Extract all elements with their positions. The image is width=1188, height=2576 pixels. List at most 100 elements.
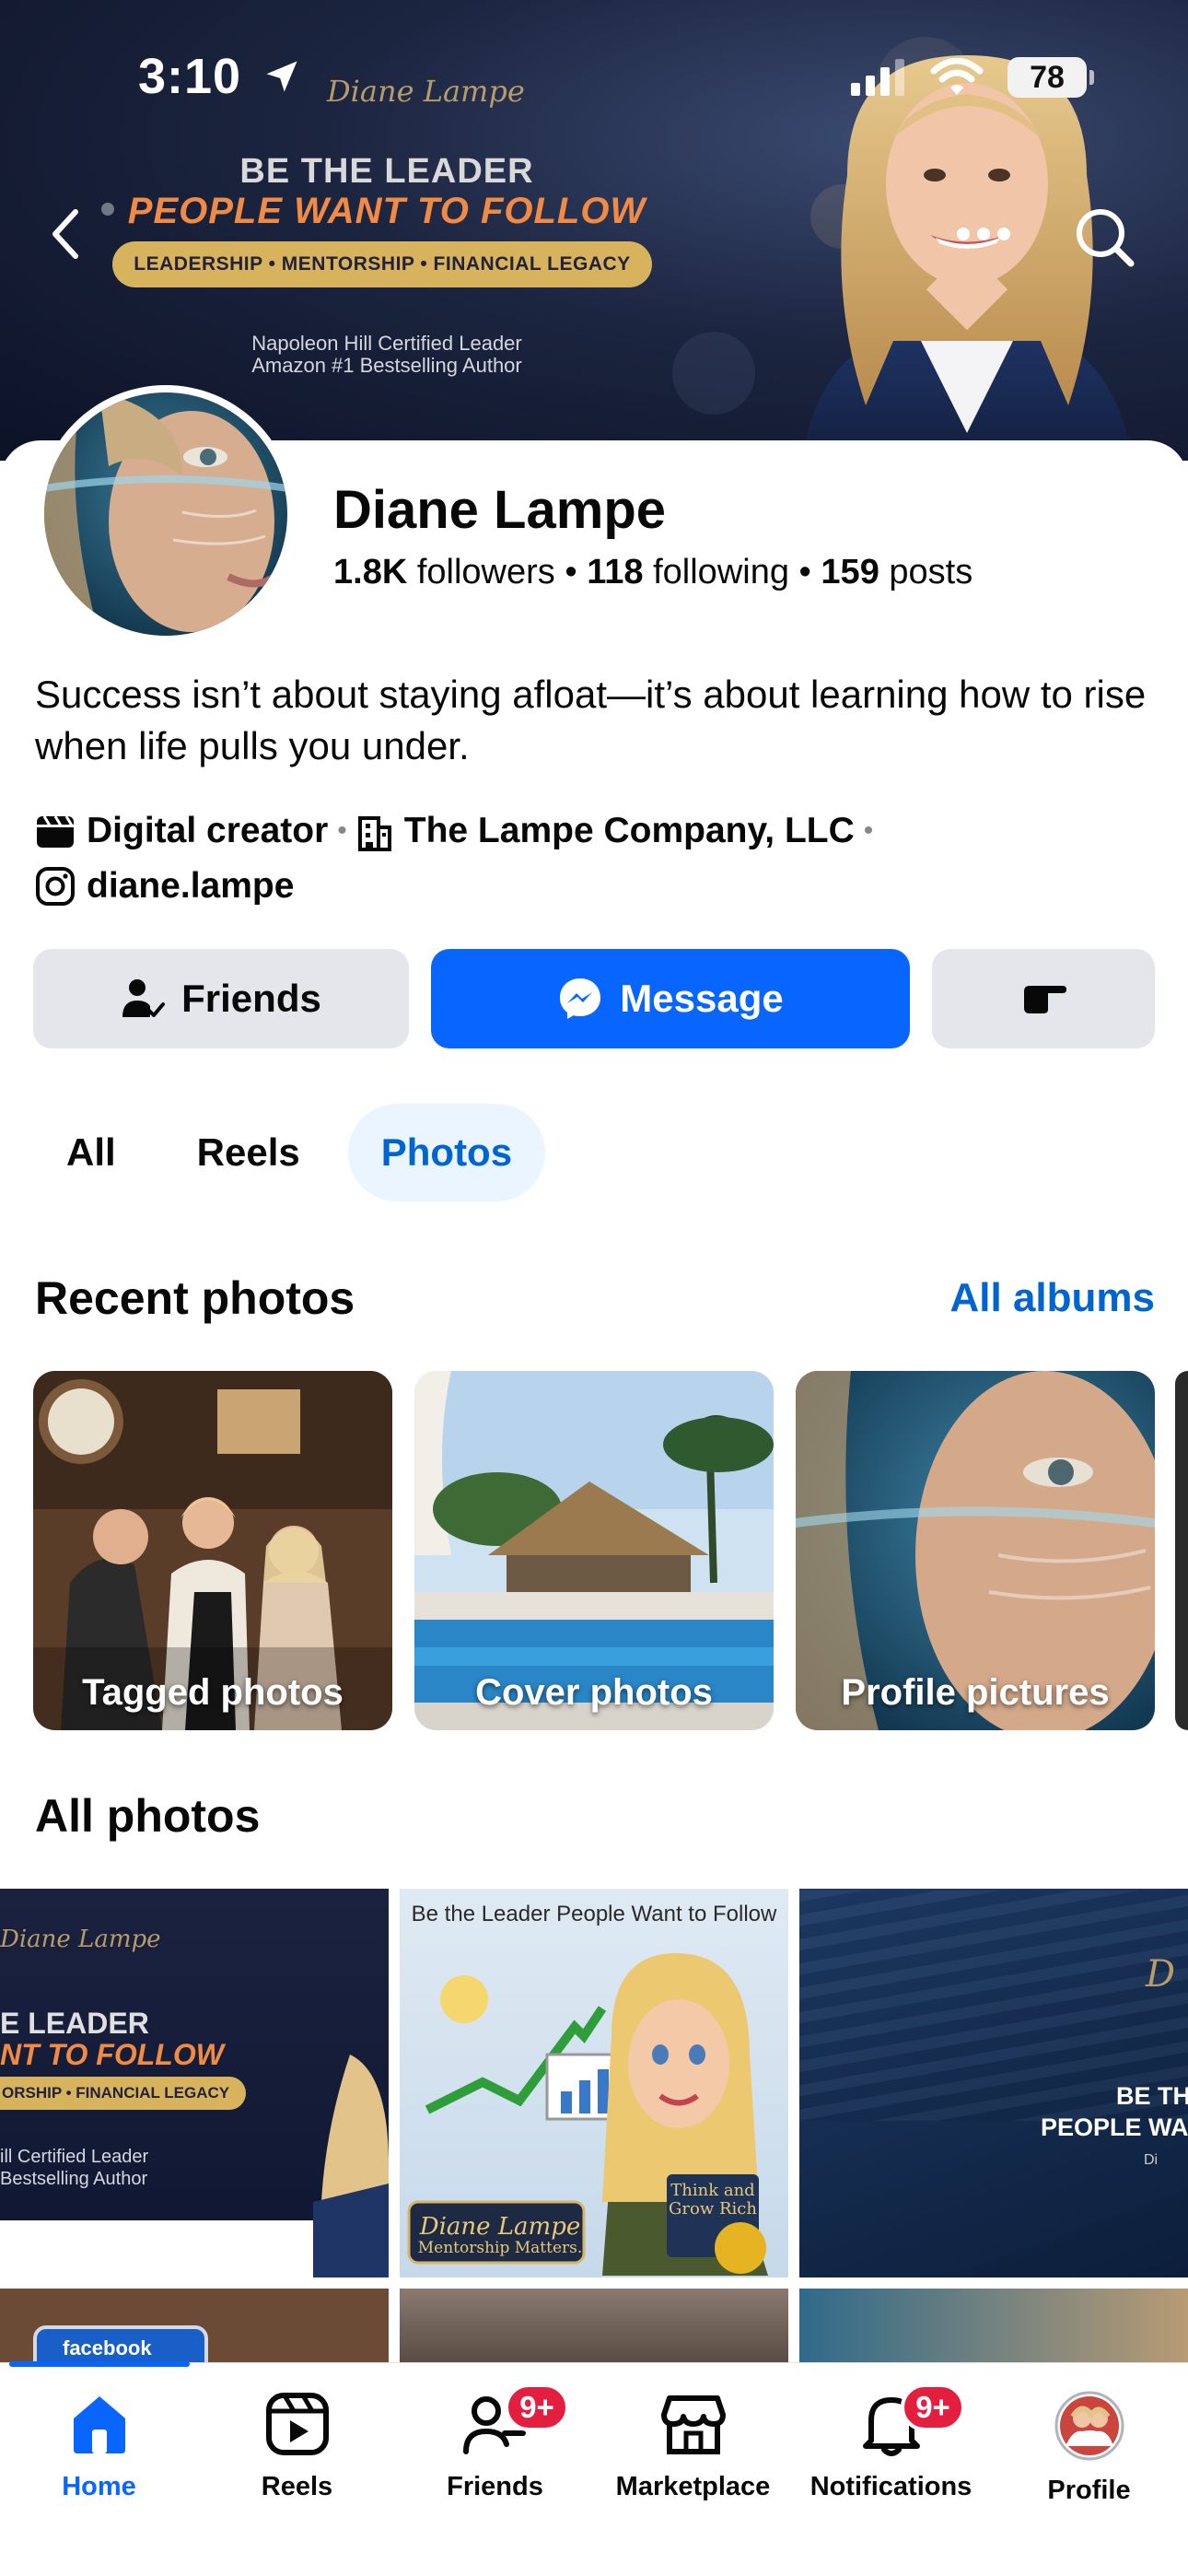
- photo-tile[interactable]: Be the Leader People Want to Follow Dian…: [400, 1889, 788, 2277]
- all-albums-link[interactable]: All albums: [950, 1275, 1156, 1321]
- friends-button[interactable]: Friends: [33, 949, 409, 1048]
- friend-check-icon: [122, 979, 166, 1017]
- nav-label: Notifications: [809, 2472, 973, 2501]
- building-icon: [357, 816, 391, 851]
- detail-separator: •: [337, 815, 347, 846]
- followers-count: 1.8K: [333, 553, 408, 591]
- pointing-hand-icon: [1024, 986, 1066, 1013]
- tile-text-1: BE TH: [1116, 2082, 1188, 2110]
- back-button[interactable]: [37, 205, 96, 263]
- cover-title-line2: PEOPLE WANT TO FOLLOW: [127, 191, 646, 231]
- tile-text-2: PEOPLE WA: [1041, 2113, 1188, 2141]
- status-time: 3:10: [138, 48, 302, 105]
- nav-label: Profile: [1047, 2476, 1131, 2505]
- nav-notifications[interactable]: 9+ Notifications: [792, 2383, 990, 2502]
- album-peek[interactable]: [1175, 1371, 1188, 1730]
- profile-company[interactable]: The Lampe Company, LLC: [404, 811, 855, 851]
- search-button[interactable]: [1068, 201, 1142, 275]
- album-label: Cover photos: [475, 1672, 713, 1713]
- nav-reels[interactable]: Reels: [198, 2391, 396, 2502]
- profile-tabs: All Reels Photos: [35, 1104, 560, 1201]
- cover-tagline-pill: LEADERSHIP • MENTORSHIP • FINANCIAL LEGA…: [112, 241, 652, 287]
- stats-separator: •: [565, 553, 577, 591]
- notifications-badge: 9+: [901, 2383, 965, 2431]
- photo-tile[interactable]: facebook: [0, 2289, 389, 2362]
- nav-label: Marketplace: [615, 2472, 771, 2501]
- album-profile-pictures[interactable]: Profile pictures: [796, 1371, 1155, 1730]
- tab-reels[interactable]: Reels: [164, 1104, 333, 1201]
- album-label: Profile pictures: [841, 1672, 1110, 1713]
- nav-active-indicator: [9, 2361, 190, 2367]
- chevron-left-icon: [52, 209, 78, 259]
- location-arrow-icon: [266, 61, 297, 92]
- photo-tile[interactable]: D BE TH PEOPLE WA Di: [799, 1889, 1188, 2277]
- friends-badge: 9+: [505, 2383, 569, 2431]
- message-button[interactable]: Message: [431, 949, 910, 1048]
- nav-marketplace[interactable]: Marketplace: [594, 2391, 792, 2502]
- tile-pill: ORSHIP • FINANCIAL LEGACY: [0, 2077, 247, 2110]
- stats-separator: •: [798, 553, 811, 591]
- tile-person-image: [313, 2055, 389, 2277]
- nav-friends[interactable]: 9+ Friends: [396, 2383, 594, 2502]
- tile-sign-tagline: Mentorship Matters.: [417, 2239, 583, 2257]
- tile-sub-2: Bestselling Author: [0, 2169, 148, 2189]
- recent-photos-title: Recent photos: [35, 1272, 355, 1324]
- tile-sub-1: ill Certified Leader: [0, 2147, 149, 2167]
- following-count: 118: [587, 553, 644, 591]
- nav-profile[interactable]: Profile: [990, 2391, 1188, 2506]
- profile-details-row: Digital creator • The Lampe Company, LLC…: [35, 811, 882, 851]
- posts-label: posts: [889, 553, 973, 591]
- messenger-icon: [560, 978, 601, 1019]
- avatar-image: [44, 392, 287, 636]
- nav-home[interactable]: Home: [0, 2391, 198, 2502]
- profile-bio: Success isn’t about staying afloat—it’s …: [35, 673, 1147, 767]
- tab-all[interactable]: All: [35, 1104, 149, 1201]
- profile-avatar-icon: [1054, 2391, 1124, 2461]
- album-label: Tagged photos: [82, 1672, 344, 1713]
- tile-text-1: E LEADER: [0, 2007, 149, 2040]
- tile-sign-name: Diane Lampe: [419, 2213, 581, 2241]
- profile-avatar[interactable]: [37, 385, 295, 643]
- profile-category: Digital creator: [87, 811, 329, 850]
- photo-tile[interactable]: Diane Lampe E LEADER NT TO FOLLOW ORSHIP…: [0, 1889, 389, 2277]
- search-icon: [1077, 209, 1135, 267]
- message-button-label: Message: [620, 977, 784, 1020]
- profile-stats[interactable]: 1.8K followers • 118 following • 159 pos…: [333, 553, 973, 592]
- tile-text-3: Di: [1144, 2152, 1159, 2168]
- tile-signature: D: [1146, 1953, 1176, 1996]
- tile-phone-screen: facebook: [33, 2325, 208, 2362]
- wifi-icon: [930, 58, 984, 95]
- tile-signature: Diane Lampe: [0, 1926, 161, 1953]
- ellipsis-icon: [957, 228, 1010, 240]
- all-photos-title: All photos: [35, 1790, 261, 1842]
- more-options-button[interactable]: [947, 206, 1020, 262]
- photo-tile[interactable]: [400, 2289, 788, 2362]
- home-icon: [73, 2396, 125, 2453]
- instagram-handle: diane.lampe: [87, 866, 295, 906]
- clapperboard-icon: [37, 815, 74, 848]
- battery-indicator: 78: [1007, 57, 1094, 98]
- posts-count: 159: [821, 553, 879, 591]
- reels-icon: [265, 2393, 329, 2455]
- tile-header: Be the Leader People Want to Follow: [411, 1902, 777, 1926]
- marketplace-icon: [660, 2395, 726, 2454]
- instagram-icon: [36, 867, 75, 906]
- following-label: following: [653, 553, 789, 591]
- nav-label: Home: [62, 2472, 136, 2501]
- poke-button[interactable]: [932, 949, 1155, 1048]
- cellular-signal-icon: [851, 59, 904, 96]
- nav-label: Friends: [447, 2472, 543, 2501]
- nav-label: Reels: [261, 2472, 333, 2501]
- instagram-row[interactable]: diane.lampe: [35, 866, 294, 907]
- bottom-navigation: Home Reels 9+ Friends Marketplace 9+ Not…: [0, 2361, 1188, 2576]
- detail-separator: •: [863, 815, 874, 846]
- album-cover-photos[interactable]: Cover photos: [414, 1371, 774, 1730]
- tile-text-2: NT TO FOLLOW: [0, 2038, 224, 2071]
- tab-photos[interactable]: Photos: [347, 1104, 546, 1201]
- photo-tile[interactable]: [799, 2289, 1188, 2362]
- tile-book-title: Think and Grow Rich: [669, 2181, 757, 2219]
- profile-name: Diane Lampe: [333, 480, 666, 540]
- followers-label: followers: [416, 553, 555, 591]
- cover-title-line1: BE THE LEADER: [239, 152, 534, 191]
- album-tagged-photos[interactable]: Tagged photos: [33, 1371, 392, 1730]
